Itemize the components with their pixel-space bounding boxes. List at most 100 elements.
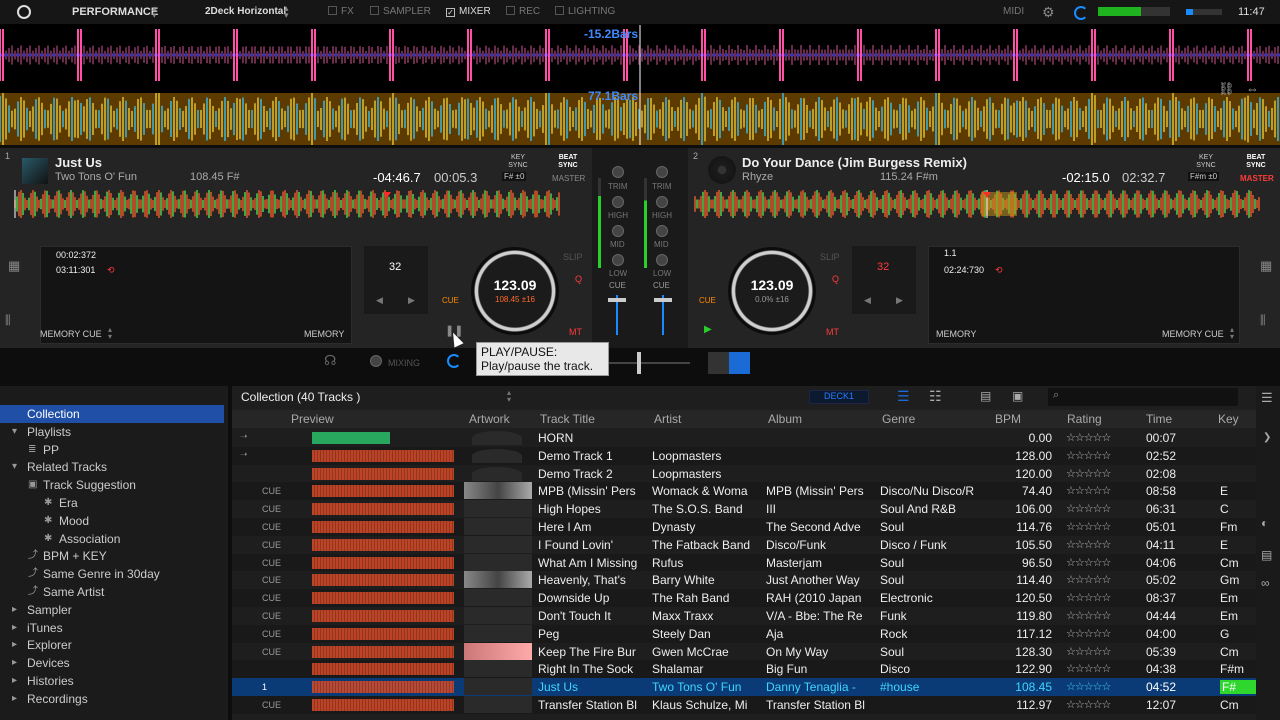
sidebar-item[interactable]: ▾ Playlists (0, 423, 224, 441)
ch2-high-knob[interactable] (656, 196, 668, 208)
preview-waveform[interactable] (312, 556, 454, 569)
deck2-pads-icon[interactable]: ▦ (1260, 258, 1272, 274)
sidebar-item[interactable]: ⤴ Same Genre in 30day (0, 565, 224, 583)
deck2-quantize-button[interactable]: Q (832, 274, 839, 284)
menu-icon[interactable]: ☰ (1261, 390, 1273, 406)
deck2-beat-count[interactable]: 32 (877, 261, 889, 273)
preview-waveform[interactable] (312, 592, 454, 605)
deck2-master-button[interactable]: MASTER (1240, 174, 1274, 183)
deck2-memory-cue-label[interactable]: MEMORY CUE (1162, 329, 1224, 339)
sidebar-item[interactable]: ⤴ Same Artist (0, 583, 224, 601)
artwork-view-icon[interactable]: ▤ (980, 389, 991, 403)
deck2-play-icon[interactable]: ▶ (704, 324, 712, 335)
deck1-fader-icon[interactable]: ⫼ (5, 313, 11, 328)
table-row[interactable]: Demo Track 2 Loopmasters 120.00 ☆☆☆☆☆ 02:08 (232, 465, 1256, 483)
list-icon[interactable]: ▤ (1261, 548, 1272, 562)
deck2-key-sync-button[interactable]: KEY SYNC (1193, 154, 1219, 170)
deck2-cue-button[interactable]: CUE (699, 296, 716, 305)
ch2-cue-button[interactable]: CUE (653, 281, 670, 290)
load-arrow-icon[interactable]: ➝ (240, 449, 248, 460)
list-view-icon[interactable]: ☰ (897, 388, 910, 405)
rec-toggle[interactable]: REC (506, 6, 540, 17)
deck-assign-buttons[interactable] (708, 352, 750, 374)
ch2-trim-knob[interactable] (656, 166, 668, 178)
deck2-jump-back-icon[interactable]: ◀ (864, 295, 871, 306)
sidebar-item[interactable]: ▸ Explorer (0, 636, 224, 654)
link-icon[interactable]: ⛓ (1218, 81, 1235, 97)
info-icon[interactable]: ◐ (1261, 516, 1268, 530)
detail-view-icon[interactable]: ☷ (929, 388, 942, 405)
col-track-title[interactable]: Track Title (540, 412, 595, 426)
sidebar-item[interactable]: ≣ PP (0, 441, 224, 459)
preview-waveform[interactable] (312, 663, 454, 676)
fx-toggle[interactable]: FX (328, 6, 354, 17)
sidebar-item[interactable]: ✱ Mood (0, 512, 224, 530)
col-key[interactable]: Key (1218, 412, 1239, 426)
deck2-jump-forward-icon[interactable]: ▶ (896, 295, 903, 306)
table-row[interactable]: 1 Just Us Two Tons O' Fun Danny Tenaglia - #… (232, 678, 1256, 696)
ch1-cue-button[interactable]: CUE (609, 281, 626, 290)
col-preview[interactable]: Preview (291, 412, 334, 426)
preview-waveform[interactable] (312, 432, 454, 444)
deck-select-dropdown[interactable]: DECK1 (809, 390, 869, 404)
preview-waveform[interactable] (312, 645, 454, 658)
col-genre[interactable]: Genre (882, 412, 915, 426)
table-row[interactable]: CUE Peg Steely Dan Aja Rock 117.12 ☆☆☆☆☆ 04:00 G (232, 624, 1256, 643)
ch1-fader-cap[interactable] (608, 298, 626, 302)
preview-waveform[interactable] (312, 610, 454, 622)
table-row[interactable]: HORN 0.00 ☆☆☆☆☆ 00:07 ➝ (232, 429, 1256, 447)
layout-chevron-icon[interactable]: ▴ ▾ (284, 4, 289, 20)
deck1-quantize-button[interactable]: Q (575, 274, 582, 284)
col-rating[interactable]: Rating (1067, 412, 1102, 426)
deck1-overview-waveform[interactable] (5, 190, 570, 218)
deck2-fader-icon[interactable]: ⫼ (1260, 313, 1266, 328)
preview-waveform[interactable] (312, 699, 454, 711)
app-logo-icon[interactable] (17, 5, 31, 19)
ch1-trim-knob[interactable] (612, 166, 624, 178)
table-row[interactable]: Right In The Sock Shalamar Big Fun Disco 122… (232, 660, 1256, 679)
preview-waveform[interactable] (312, 681, 454, 694)
preview-waveform[interactable] (312, 503, 454, 516)
preview-waveform[interactable] (312, 521, 454, 533)
col-time[interactable]: Time (1146, 412, 1172, 426)
sidebar-item[interactable]: ▸ Recordings (0, 690, 224, 708)
sidebar-item[interactable]: ✱ Era (0, 494, 224, 512)
deck2-jog-wheel[interactable]: 123.09 0.0% ±16 (728, 247, 816, 335)
deck2-enlarged-waveform[interactable]: 77.1Bars ⛓ ⇔ (0, 81, 1280, 145)
deck1-jump-back-icon[interactable]: ◀ (376, 295, 383, 306)
deck2-memory-cue-chevron-icon[interactable]: ▴ ▾ (1230, 326, 1234, 341)
mode-selector[interactable]: PERFORMANCE (72, 6, 158, 18)
headphone-mixing-knob[interactable] (370, 355, 382, 367)
sidebar-item[interactable]: ▸ iTunes (0, 619, 224, 637)
preview-waveform[interactable] (312, 467, 454, 480)
ch2-low-knob[interactable] (656, 254, 668, 266)
sync-icon[interactable]: ∞ (1261, 576, 1270, 590)
deck2-memory-button[interactable]: MEMORY (936, 329, 976, 339)
expand-right-icon[interactable]: ❯ (1263, 432, 1271, 443)
deck1-master-button[interactable]: MASTER (552, 174, 585, 183)
search-field[interactable]: ⌕ (1048, 388, 1238, 406)
sidebar-item[interactable]: ▸ Devices (0, 654, 224, 672)
headphone-level-knob-icon[interactable] (447, 354, 461, 368)
deck1-slip-button[interactable]: SLIP (563, 252, 583, 262)
table-row[interactable]: CUE MPB (Missin' Pers Womack & Woma MPB (Mi… (232, 482, 1256, 501)
ch1-mid-knob[interactable] (612, 225, 624, 237)
deck2-overview-waveform[interactable] (691, 190, 1263, 218)
deck1-memory-cue-label[interactable]: MEMORY CUE (40, 329, 102, 339)
deck1-jog-wheel[interactable]: 123.09 108.45 ±16 (471, 247, 559, 335)
mode-chevron-icon[interactable]: ▴ ▾ (152, 4, 157, 20)
deck2-master-tempo-button[interactable]: MT (826, 327, 839, 337)
zoom-icon[interactable]: ⇔ (1246, 81, 1259, 96)
deck2-beat-sync-button[interactable]: BEAT SYNC (1243, 154, 1269, 170)
crossfader-cap[interactable] (637, 352, 641, 374)
deck1-pads-icon[interactable]: ▦ (8, 258, 20, 274)
col-artist[interactable]: Artist (654, 412, 681, 426)
col-album[interactable]: Album (768, 412, 802, 426)
deck1-key-sync-button[interactable]: KEY SYNC (505, 154, 531, 170)
sidebar-item[interactable]: ▣ Track Suggestion (0, 476, 224, 494)
sidebar-item[interactable]: ▾ Related Tracks (0, 458, 224, 476)
ch1-high-knob[interactable] (612, 196, 624, 208)
sampler-toggle[interactable]: SAMPLER (370, 6, 431, 17)
headphones-icon[interactable]: ☊ (324, 352, 336, 369)
ch1-low-knob[interactable] (612, 254, 624, 266)
